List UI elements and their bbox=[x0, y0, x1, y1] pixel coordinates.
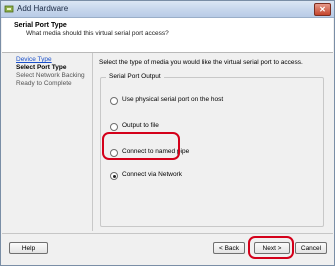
instruction-text: Select the type of media you would like … bbox=[99, 59, 303, 66]
back-button[interactable]: < Back bbox=[213, 242, 245, 254]
title-bar[interactable]: Add Hardware ✕ bbox=[1, 1, 334, 18]
option-label: Connect via Network bbox=[122, 171, 182, 178]
option-label: Output to file bbox=[122, 122, 159, 129]
page-title: Serial Port Type bbox=[14, 22, 67, 29]
highlight-annotation bbox=[102, 132, 180, 160]
help-button[interactable]: Help bbox=[9, 242, 48, 254]
step-device-type[interactable]: Device Type bbox=[16, 56, 52, 63]
window-title: Add Hardware bbox=[17, 4, 69, 13]
group-label: Serial Port Output bbox=[106, 73, 164, 80]
footer-divider bbox=[2, 233, 333, 234]
option-connect-via-network[interactable]: Connect via Network bbox=[110, 171, 310, 181]
wizard-header: Serial Port Type What media should this … bbox=[2, 18, 333, 53]
step-select-network-backing: Select Network Backing bbox=[16, 72, 85, 79]
wizard-steps: Device Type Select Port Type Select Netw… bbox=[2, 53, 93, 231]
close-button[interactable]: ✕ bbox=[314, 3, 331, 16]
radio-button[interactable] bbox=[110, 97, 118, 105]
option-label: Use physical serial port on the host bbox=[122, 96, 224, 103]
step-ready-to-complete: Ready to Complete bbox=[16, 80, 72, 87]
option-output-to-file[interactable]: Output to file bbox=[110, 122, 310, 132]
step-select-port-type: Select Port Type bbox=[16, 64, 67, 71]
radio-button-selected[interactable] bbox=[110, 172, 118, 180]
highlight-annotation bbox=[248, 236, 294, 259]
page-subtitle: What media should this virtual serial po… bbox=[26, 30, 169, 37]
hardware-icon bbox=[4, 5, 14, 13]
radio-button[interactable] bbox=[110, 123, 118, 131]
option-physical-serial-port[interactable]: Use physical serial port on the host bbox=[110, 96, 310, 106]
cancel-button[interactable]: Cancel bbox=[295, 242, 327, 254]
close-icon: ✕ bbox=[319, 5, 326, 14]
